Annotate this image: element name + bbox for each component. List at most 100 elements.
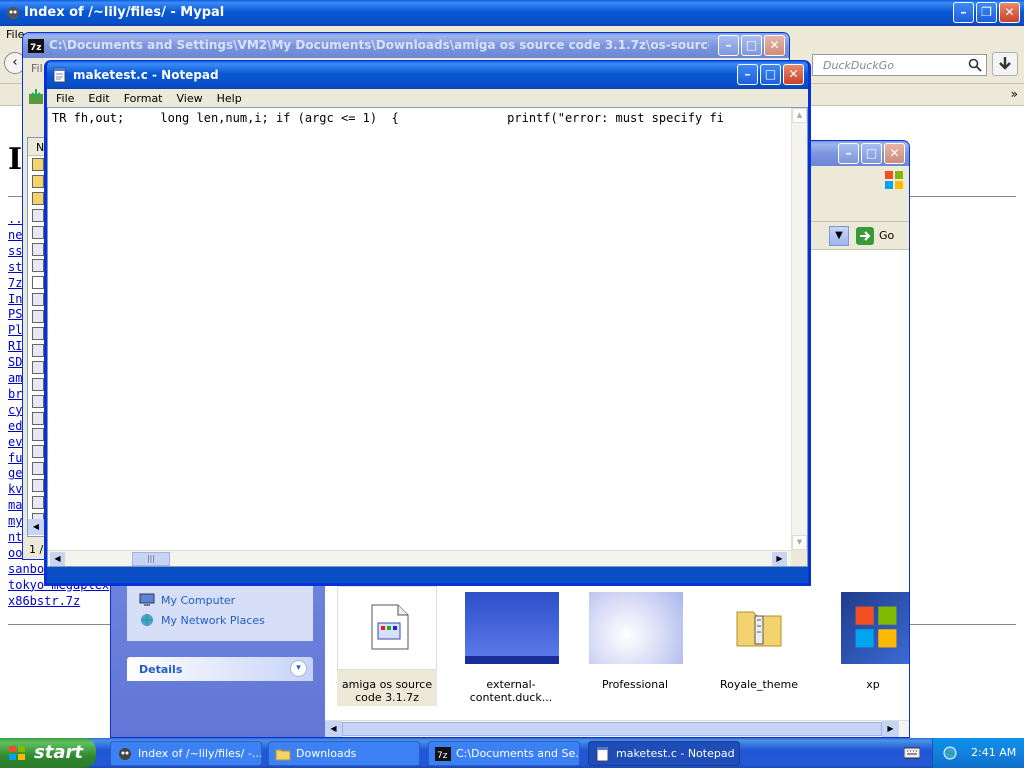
notepad-editor[interactable]: TR fh,out; long len,num,i; if (argc <= 1… [47, 107, 808, 567]
scroll-right-button[interactable]: ▶ [882, 721, 899, 737]
go-button[interactable]: Go [855, 226, 899, 246]
directory-link[interactable]: cy [8, 403, 22, 417]
seven-zip-menu-file[interactable]: Fil [31, 62, 43, 75]
directory-link[interactable]: PS [8, 307, 22, 321]
close-button[interactable]: ✕ [783, 64, 804, 85]
file-row-icon[interactable] [32, 191, 44, 205]
file-item[interactable]: Professional [585, 586, 685, 706]
directory-link[interactable]: ev [8, 435, 22, 449]
address-dropdown-button[interactable]: ▼ [829, 226, 849, 246]
file-row-icon[interactable] [32, 411, 44, 425]
explorer-hscrollbar[interactable]: ◀ ▶ [325, 720, 909, 737]
file-row-icon[interactable] [32, 174, 44, 188]
menu-file[interactable]: File [49, 92, 81, 105]
browser-titlebar[interactable]: Index of /~lily/files/ - Mypal – ❐ ✕ [0, 0, 1024, 26]
file-row-icon[interactable] [32, 377, 44, 391]
maximize-button[interactable]: □ [760, 64, 781, 85]
directory-link[interactable]: br [8, 387, 22, 401]
scroll-thumb[interactable] [342, 722, 882, 736]
taskbar-button-browser[interactable]: Index of /~lily/files/ -... [110, 741, 262, 766]
menu-view[interactable]: View [170, 92, 210, 105]
menu-help[interactable]: Help [210, 92, 249, 105]
directory-link[interactable]: am [8, 371, 22, 385]
download-button[interactable] [992, 52, 1018, 76]
taskbar-button-notepad[interactable]: maketest.c - Notepad [588, 741, 740, 766]
file-row-icon[interactable] [32, 343, 44, 357]
directory-link[interactable]: SD [8, 355, 22, 369]
directory-link[interactable]: ed [8, 419, 22, 433]
details-panel-header[interactable]: Details ▾ [127, 657, 313, 681]
file-row-icon[interactable] [32, 496, 44, 509]
directory-link[interactable]: ss [8, 244, 22, 258]
file-row-icon[interactable] [32, 259, 44, 273]
network-icon[interactable] [941, 745, 959, 761]
file-row-icon[interactable] [32, 360, 44, 374]
directory-link[interactable]: my [8, 514, 22, 528]
file-row-icon[interactable] [32, 479, 44, 493]
other-place-my-network-places[interactable]: My Network Places [139, 613, 265, 627]
start-button[interactable]: start [0, 738, 96, 768]
file-row-icon[interactable] [32, 462, 44, 476]
overflow-chevron-icon[interactable]: » [1011, 87, 1018, 101]
search-icon[interactable] [968, 58, 982, 72]
menu-format[interactable]: Format [117, 92, 170, 105]
list-scroll-left-button[interactable]: ◀ [28, 519, 44, 535]
close-button[interactable]: ✕ [884, 143, 905, 164]
expand-chevron-icon[interactable]: ▾ [290, 660, 307, 677]
file-row-icon[interactable] [32, 394, 44, 408]
menu-edit[interactable]: Edit [81, 92, 116, 105]
directory-link[interactable]: sanbo [8, 562, 44, 576]
directory-link[interactable]: In [8, 292, 22, 306]
maximize-button[interactable]: □ [861, 143, 882, 164]
directory-link[interactable]: Pl [8, 323, 22, 337]
editor-vscrollbar[interactable]: ▲ ▼ [791, 108, 807, 550]
taskbar-button-seven-zip[interactable]: 7z C:\Documents and Se... [428, 741, 580, 766]
directory-link[interactable]: st [8, 260, 22, 274]
extract-icon[interactable] [27, 88, 45, 106]
directory-link[interactable]: oo [8, 546, 22, 560]
directory-link[interactable]: fu [8, 451, 22, 465]
file-item[interactable]: amiga os source code 3.1.7z [337, 586, 437, 706]
file-item[interactable]: xp [833, 586, 909, 706]
maximize-button[interactable]: □ [741, 35, 762, 56]
file-row-icon[interactable] [32, 327, 44, 340]
directory-link[interactable]: x86bstr.7z [8, 594, 80, 608]
editor-hscrollbar[interactable]: ◀ ||| ▶ [48, 550, 791, 566]
file-item[interactable]: external-content.duck... [461, 586, 561, 706]
scroll-up-button[interactable]: ▲ [792, 108, 807, 123]
scroll-left-button[interactable]: ◀ [325, 721, 342, 737]
file-row-icon[interactable] [32, 428, 44, 442]
directory-link[interactable]: 7z [8, 276, 22, 290]
file-row-icon[interactable] [32, 310, 44, 324]
search-box[interactable]: DuckDuckGo [812, 54, 987, 76]
directory-link[interactable]: ge [8, 466, 22, 480]
directory-link[interactable]: ne [8, 228, 22, 242]
directory-link[interactable]: RI [8, 339, 22, 353]
file-row-icon[interactable] [32, 225, 44, 239]
minimize-button[interactable]: – [718, 35, 739, 56]
keyboard-icon[interactable] [904, 747, 920, 759]
file-row-icon[interactable] [32, 158, 44, 171]
other-place-my-computer[interactable]: My Computer [139, 593, 235, 607]
seven-zip-titlebar[interactable]: 7z C:\Documents and Settings\VM2\My Docu… [23, 33, 789, 58]
file-row-icon[interactable] [32, 293, 44, 307]
directory-link[interactable]: kv [8, 482, 22, 496]
scroll-thumb[interactable]: ||| [132, 552, 170, 566]
minimize-button[interactable]: – [838, 143, 859, 164]
minimize-button[interactable]: – [953, 2, 974, 23]
directory-link[interactable]: .. [8, 212, 22, 226]
restore-button[interactable]: ❐ [976, 2, 997, 23]
close-button[interactable]: ✕ [764, 35, 785, 56]
size-grip[interactable] [791, 550, 807, 566]
file-row-icon[interactable] [32, 242, 44, 256]
close-button[interactable]: ✕ [999, 2, 1020, 23]
scroll-left-button[interactable]: ◀ [50, 552, 65, 566]
file-row-icon[interactable] [32, 276, 44, 290]
notepad-titlebar[interactable]: maketest.c - Notepad – □ ✕ [47, 61, 808, 89]
file-row-icon[interactable] [32, 445, 44, 459]
file-item[interactable]: Royale_theme [709, 586, 809, 706]
scroll-down-button[interactable]: ▼ [792, 535, 807, 550]
directory-link[interactable]: ma [8, 498, 22, 512]
directory-link[interactable]: nt [8, 530, 22, 544]
minimize-button[interactable]: – [737, 64, 758, 85]
